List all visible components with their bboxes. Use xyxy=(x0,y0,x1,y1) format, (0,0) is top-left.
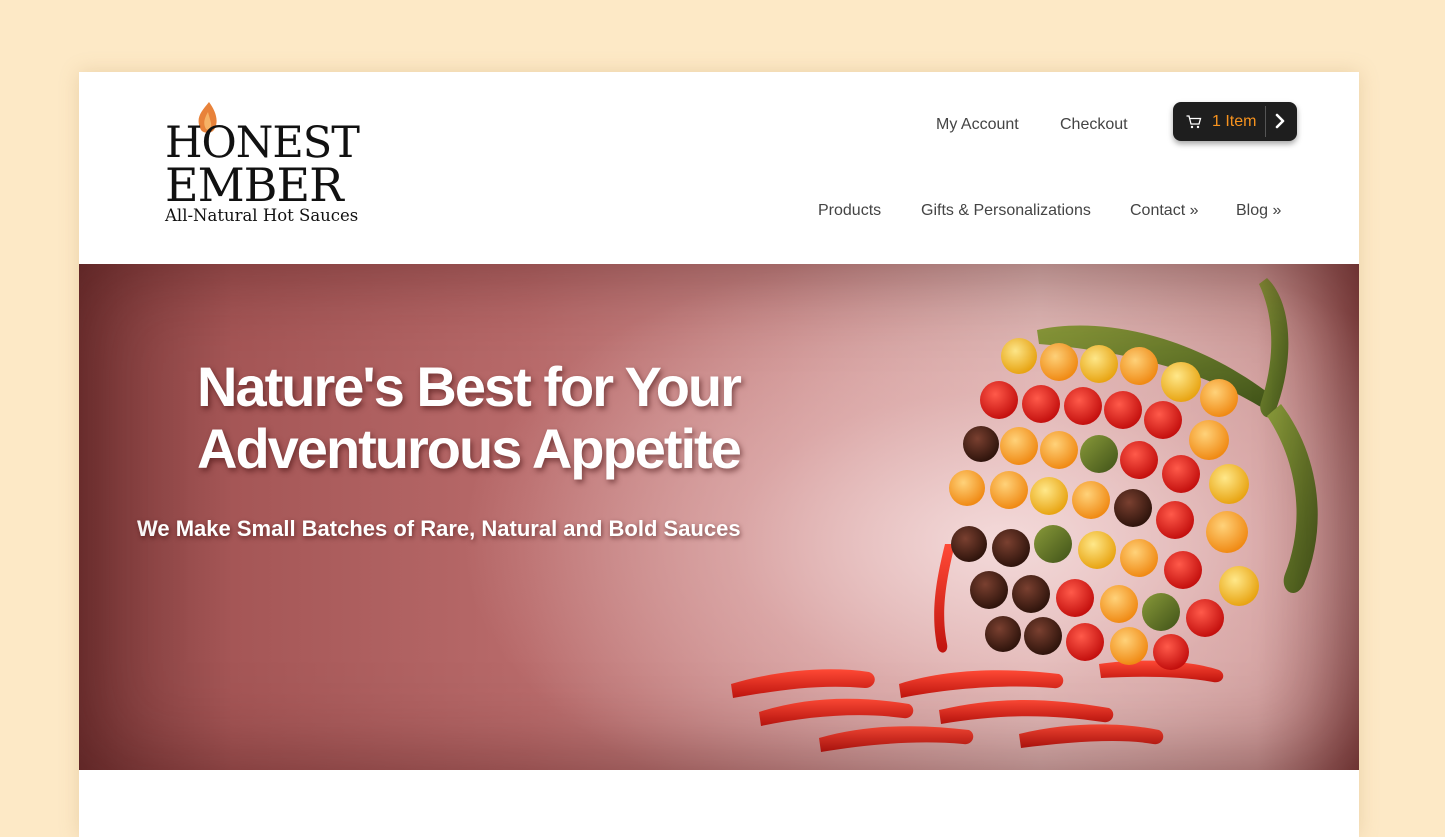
my-account-link[interactable]: My Account xyxy=(936,116,1019,134)
hero-banner: Nature's Best for Your Adventurous Appet… xyxy=(79,264,1359,770)
logo-tagline: All-Natural Hot Sauces xyxy=(165,206,359,225)
chevron-right-icon[interactable] xyxy=(1273,113,1287,129)
checkout-link[interactable]: Checkout xyxy=(1060,116,1128,134)
nav-blog[interactable]: Blog » xyxy=(1236,202,1281,220)
nav-contact[interactable]: Contact » xyxy=(1130,202,1198,220)
nav-gifts-personalizations[interactable]: Gifts & Personalizations xyxy=(921,202,1091,220)
nav-products[interactable]: Products xyxy=(818,202,881,220)
cart-count-label: 1 Item xyxy=(1212,112,1257,130)
logo-word-ember: EMBER xyxy=(165,158,344,212)
cart-icon xyxy=(1186,114,1202,128)
hero-subtitle: We Make Small Batches of Rare, Natural a… xyxy=(137,516,741,541)
cart-button[interactable]: 1 Item xyxy=(1173,102,1297,141)
logo[interactable]: HONEST EMBER All-Natural Hot Sauces xyxy=(165,102,365,226)
hero-title: Nature's Best for Your Adventurous Appet… xyxy=(197,355,742,480)
cart-divider xyxy=(1265,106,1266,137)
page-container: HONEST EMBER All-Natural Hot Sauces My A… xyxy=(79,72,1359,837)
